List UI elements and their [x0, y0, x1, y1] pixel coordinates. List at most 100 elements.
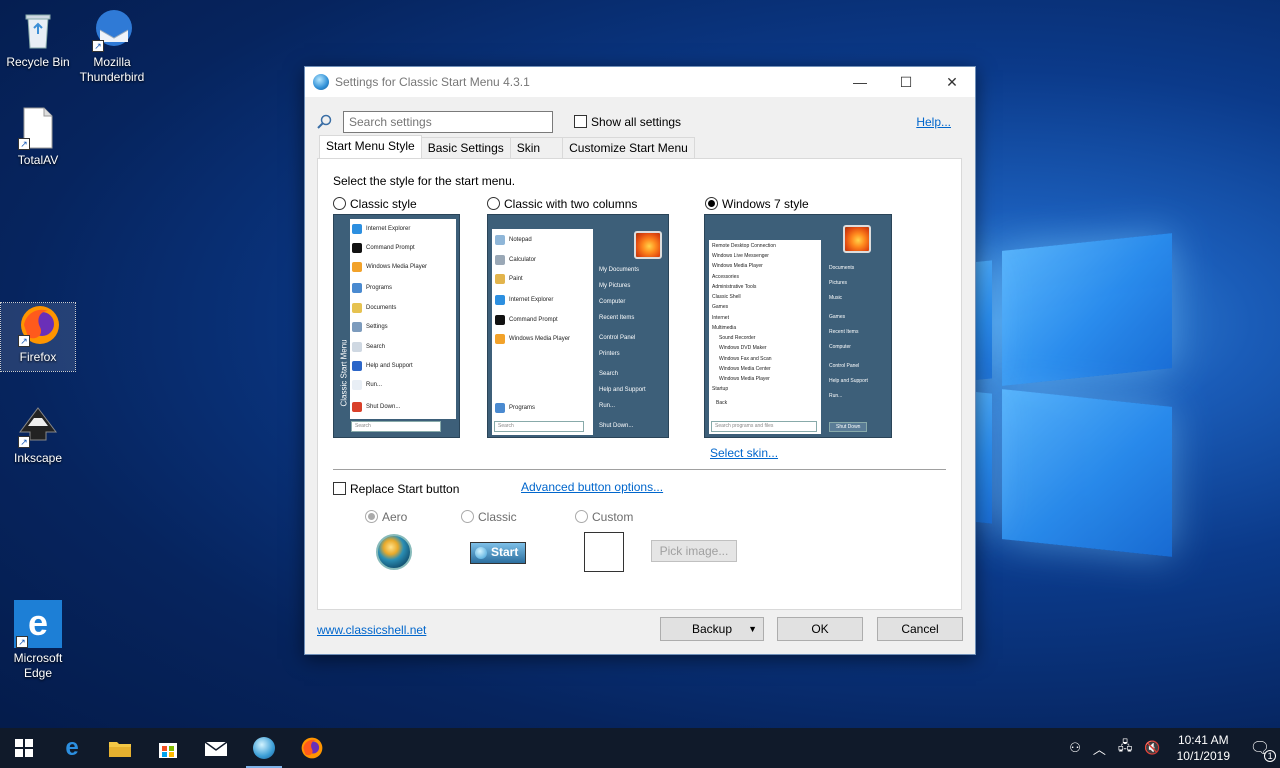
- search-input[interactable]: [343, 111, 553, 133]
- radio-indicator[interactable]: [365, 510, 378, 523]
- desktop-icon-inkscape[interactable]: ↗ Inkscape: [1, 404, 75, 466]
- show-all-label: Show all settings: [591, 115, 682, 129]
- two-columns-style-radio[interactable]: Classic with two columns: [487, 197, 637, 211]
- preview-item: Pictures: [829, 280, 848, 286]
- speaker-muted-icon[interactable]: 🔇: [1144, 740, 1160, 756]
- desktop-icon-label: Inkscape: [13, 451, 63, 465]
- replace-start-button-checkbox[interactable]: Replace Start button: [333, 482, 459, 496]
- radio-label: Custom: [592, 510, 634, 524]
- preview-item: Internet: [712, 315, 729, 321]
- backup-button[interactable]: Backup ▼: [660, 617, 764, 641]
- preview-item: Settings: [352, 322, 388, 332]
- desktop-icon-thunderbird[interactable]: ↗ Mozilla Thunderbird: [75, 8, 149, 85]
- action-center-button[interactable]: 🗨 1: [1240, 728, 1280, 768]
- preview-item: Calculator: [495, 255, 536, 265]
- taskbar-mail[interactable]: [192, 728, 240, 768]
- ok-button[interactable]: OK: [777, 617, 863, 641]
- classic-style-preview[interactable]: Classic Start Menu Internet Explorer Com…: [333, 214, 460, 438]
- clock[interactable]: 10:41 AM 10/1/2019: [1177, 732, 1230, 764]
- minimize-button[interactable]: —: [837, 67, 883, 97]
- tab-basic-settings[interactable]: Basic Settings: [420, 137, 511, 158]
- radio-label: Classic: [478, 510, 517, 524]
- advanced-button-options-link[interactable]: Advanced button options...: [521, 480, 663, 494]
- preview-item: Programs: [352, 283, 392, 293]
- pick-image-button[interactable]: Pick image...: [651, 540, 737, 562]
- preview-item: Shut Down...: [352, 402, 400, 412]
- backup-label: Backup: [691, 622, 733, 636]
- classic-shell-icon: [253, 737, 275, 759]
- user-picture-icon: [843, 225, 871, 253]
- custom-button-radio[interactable]: Custom: [575, 510, 633, 524]
- select-skin-link[interactable]: Select skin...: [710, 446, 778, 460]
- settings-window: Settings for Classic Start Menu 4.3.1 — …: [304, 66, 976, 655]
- radio-indicator[interactable]: [705, 197, 718, 210]
- preview-item: Windows Media Player: [719, 376, 770, 382]
- chevron-up-icon[interactable]: ︿: [1093, 739, 1106, 758]
- two-columns-style-preview[interactable]: Notepad Calculator Paint Internet Explor…: [487, 214, 669, 438]
- desktop-icon-label: Firefox: [19, 350, 57, 364]
- tab-start-menu-style[interactable]: Start Menu Style: [319, 135, 422, 158]
- desktop-icon-totalav[interactable]: ↗ TotalAV: [1, 106, 75, 168]
- tab-panel: Select the style for the start menu. Cla…: [317, 158, 962, 610]
- preview-item: Command Prompt: [352, 243, 415, 253]
- website-link[interactable]: www.classicshell.net: [317, 623, 426, 637]
- tab-skin[interactable]: Skin: [509, 137, 564, 158]
- preview-back: Back: [716, 400, 728, 406]
- taskbar-firefox[interactable]: [288, 728, 336, 768]
- taskbar-store[interactable]: [144, 728, 192, 768]
- preview-item: Help and Support: [599, 387, 646, 393]
- close-button[interactable]: ✕: [929, 67, 975, 97]
- notification-count-badge: 1: [1264, 750, 1277, 762]
- radio-indicator[interactable]: [461, 510, 474, 523]
- desktop-icon-firefox[interactable]: ↗ Firefox: [0, 302, 76, 372]
- notification-icon: 🗨 1: [1250, 738, 1277, 762]
- search-row: Show all settings Help...: [317, 111, 955, 133]
- checkbox-box[interactable]: [333, 482, 346, 495]
- preview-item: Computer: [829, 344, 851, 350]
- classic-side-label: Classic Start Menu: [339, 339, 349, 407]
- windows-logo-wallpaper: [960, 210, 1190, 580]
- window-title: Settings for Classic Start Menu 4.3.1: [335, 75, 530, 89]
- taskbar-file-explorer[interactable]: [96, 728, 144, 768]
- preview-item: Windows DVD Maker: [719, 345, 767, 351]
- windows7-style-radio[interactable]: Windows 7 style: [705, 197, 809, 211]
- dropdown-arrow-icon: ▼: [748, 624, 757, 634]
- preview-item: Run...: [599, 403, 616, 409]
- preview-item: Recent Items: [599, 315, 635, 321]
- people-icon[interactable]: ⚇: [1069, 740, 1081, 756]
- checkbox-box[interactable]: [574, 115, 587, 128]
- taskbar: e ⚇ ︿ 🖧 🔇 10:41 AM 10/1/2019 🗨 1: [0, 728, 1280, 768]
- desktop-icon-label: Mozilla Thunderbird: [79, 55, 145, 84]
- cancel-button[interactable]: Cancel: [877, 617, 963, 641]
- classic-style-radio[interactable]: Classic style: [333, 197, 417, 211]
- preview-shutdown: Shut Down: [829, 422, 868, 432]
- help-link[interactable]: Help...: [916, 115, 951, 129]
- radio-indicator[interactable]: [487, 197, 500, 210]
- separator: [333, 469, 946, 470]
- taskbar-edge[interactable]: e: [48, 728, 96, 768]
- clock-date: 10/1/2019: [1176, 749, 1230, 763]
- radio-indicator[interactable]: [575, 510, 588, 523]
- taskbar-classic-shell[interactable]: [240, 728, 288, 768]
- tab-customize-start-menu[interactable]: Customize Start Menu: [562, 137, 695, 158]
- preview-item: Windows Live Messenger: [712, 253, 769, 259]
- desktop-icon-recycle-bin[interactable]: Recycle Bin: [1, 8, 75, 70]
- clock-time: 10:41 AM: [1177, 733, 1229, 747]
- preview-search: Search: [351, 421, 441, 432]
- desktop-icon-edge[interactable]: e ↗ Microsoft Edge: [1, 600, 75, 681]
- maximize-button[interactable]: ☐: [883, 67, 929, 97]
- radio-indicator[interactable]: [333, 197, 346, 210]
- start-button[interactable]: [0, 728, 48, 768]
- windows7-style-preview[interactable]: Remote Desktop Connection Windows Live M…: [704, 214, 892, 438]
- aero-radio[interactable]: Aero: [365, 510, 407, 524]
- preview-item: My Pictures: [599, 283, 631, 289]
- thunderbird-icon: ↗: [90, 8, 134, 52]
- window-titlebar[interactable]: Settings for Classic Start Menu 4.3.1 — …: [305, 67, 975, 97]
- network-icon[interactable]: 🖧: [1118, 737, 1133, 759]
- preview-item: Games: [712, 304, 729, 310]
- system-tray: ⚇ ︿ 🖧 🔇 10:41 AM 10/1/2019 🗨 1: [1063, 728, 1280, 768]
- preview-item: Run...: [352, 380, 382, 390]
- classic-button-radio[interactable]: Classic: [461, 510, 517, 524]
- preview-item: Control Panel: [829, 363, 860, 369]
- show-all-settings-checkbox[interactable]: Show all settings: [574, 115, 681, 129]
